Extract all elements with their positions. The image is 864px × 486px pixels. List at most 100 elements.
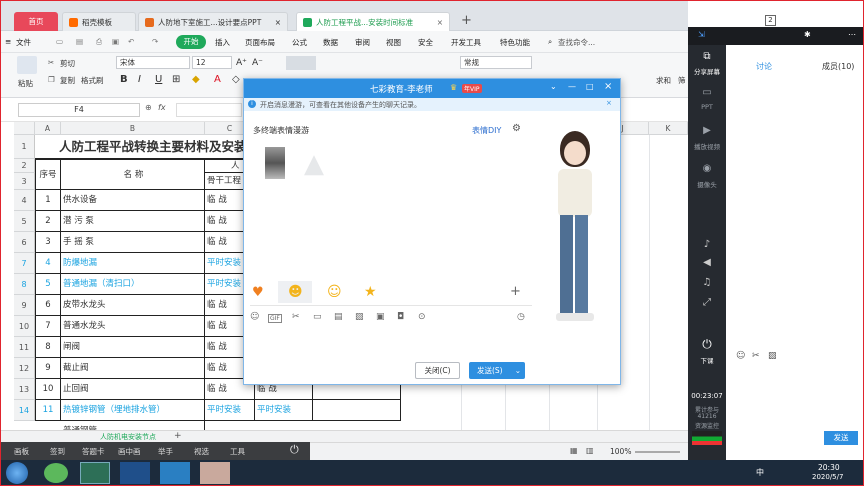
send-discuss-button[interactable]: 发送 [824,431,858,445]
print-icon[interactable]: ⎙ [96,37,102,47]
add-sheet-button[interactable]: + [174,431,182,441]
sheet-tab[interactable]: 人防机电安装节点 [100,432,156,442]
zoom-slider[interactable] [635,451,680,453]
settings-icon[interactable]: ⚙ [512,123,521,134]
name-box[interactable]: F4 [18,103,140,117]
sticker-thumbnail[interactable] [265,147,285,179]
history-icon[interactable]: ◷ [517,312,525,322]
fill-color-icon[interactable]: ◆ [192,74,200,85]
row-header[interactable]: 4 [14,190,35,211]
tool-answer-card[interactable]: 答题卡 [82,446,105,457]
cut-button[interactable]: 剪切 [60,58,75,69]
scissors-icon[interactable]: ✂ [752,351,760,361]
bold-button[interactable]: B [120,74,128,85]
header-no[interactable]: 序号 [35,159,61,190]
tab-count-badge[interactable]: 2 [765,15,776,26]
menu-review[interactable]: 审阅 [355,37,370,48]
tab-ppt[interactable]: 人防地下室施工...设计要点PPT × [138,12,288,31]
close-icon[interactable]: × [437,18,443,27]
font-shrink-icon[interactable]: A⁻ [252,58,263,68]
excel-app-icon[interactable] [80,462,110,484]
cell-name[interactable]: 防爆地漏 [61,253,205,274]
speaker-icon[interactable]: ◀ [688,257,726,268]
view-normal-icon[interactable]: ▦ [570,446,578,455]
menu-security[interactable]: 安全 [418,37,433,48]
add-emoji-icon[interactable]: + [510,284,521,299]
cell-no[interactable]: 9 [35,358,61,379]
cell-name[interactable]: 皮带水龙头 [61,295,205,316]
hamburger-icon[interactable]: ≡ [5,37,11,46]
close-chat-button[interactable]: 关闭(C) [415,362,460,379]
zoom-icon[interactable]: ⊕ [145,103,152,112]
fullscreen-icon[interactable]: ⤢ [688,297,726,308]
menu-page-layout[interactable]: 页面布局 [245,37,275,48]
video-button[interactable]: 播放视频 [688,141,726,151]
camera-button[interactable]: 摄像头 [688,179,726,189]
align-group[interactable] [286,56,316,70]
share-screen-button[interactable]: 分享屏幕 [688,66,726,76]
font-grow-icon[interactable]: A⁺ [236,58,247,68]
cell-name[interactable]: 截止阀 [61,358,205,379]
row-header[interactable]: 2 [14,159,35,173]
video-app-icon[interactable] [160,462,190,484]
italic-button[interactable]: I [138,74,141,85]
menu-file[interactable]: 文件 [16,37,31,48]
row-header[interactable]: 11 [14,337,35,358]
ime-indicator[interactable]: 中 [756,467,764,478]
cell-no[interactable]: 2 [35,211,61,232]
filter-button[interactable]: 筛 [678,75,686,86]
cell-no[interactable]: 3 [35,232,61,253]
tab-members[interactable]: 成员(10) [822,61,854,72]
send-button[interactable]: 发送(S) ⌄ [469,362,525,379]
cell-empty[interactable] [313,400,401,421]
font-select[interactable]: 宋体 [116,56,190,69]
menu-start[interactable]: 开始 [176,35,206,49]
undo-icon[interactable]: ↶ [128,37,134,46]
ppt-button[interactable]: PPT [688,103,726,111]
menu-data[interactable]: 数据 [323,37,338,48]
power-icon[interactable]: ⏻ [290,443,299,457]
cell-no[interactable]: 10 [35,379,61,400]
row-header[interactable]: 5 [14,211,35,232]
minimize-icon[interactable]: — [568,82,576,91]
emoji-diy-link[interactable]: 表情DIY [472,125,501,136]
pin-window-icon[interactable]: ✱ [804,30,811,39]
row-header[interactable]: 3 [14,173,35,190]
music-icon[interactable]: ♫ [688,277,726,288]
command-search[interactable]: 查找命令... [558,37,595,48]
column-header[interactable]: K [649,122,688,135]
row-header[interactable]: 6 [14,232,35,253]
maximize-icon[interactable]: □ [586,82,594,91]
cell-no[interactable]: 11 [35,400,61,421]
tool-signin[interactable]: 签到 [50,446,65,457]
format-painter-button[interactable]: 格式刷 [81,75,104,86]
border-icon[interactable]: ⊞ [172,74,180,85]
menu-view[interactable]: 视图 [386,37,401,48]
emoji-icon[interactable]: ☺ [736,351,745,361]
row-header[interactable]: 14 [14,400,35,421]
clock-date[interactable]: 2020/5/7 [812,473,843,481]
cell-name[interactable]: 普通水龙头 [61,316,205,337]
tool-view-select[interactable]: 视选 [194,446,209,457]
cell-no[interactable]: 5 [35,274,61,295]
end-class-button[interactable]: 下课 [688,355,726,365]
cell-no[interactable]: 7 [35,316,61,337]
export-icon[interactable]: ▤ [76,37,83,46]
cell-name[interactable]: 止回阀 [61,379,205,400]
select-all-corner[interactable] [14,122,35,135]
cell-name[interactable]: 供水设备 [61,190,205,211]
row-header[interactable]: 10 [14,316,35,337]
cell-name[interactable]: 手 摇 泵 [61,232,205,253]
menu-formula[interactable]: 公式 [292,37,307,48]
number-format-select[interactable]: 常规 [460,56,532,69]
browser-app-icon[interactable] [44,463,68,483]
clear-format-icon[interactable]: ◇ [232,74,240,85]
tool-raise-hand[interactable]: 举手 [158,446,173,457]
row-header[interactable]: 12 [14,358,35,379]
cell-name[interactable]: 热镀锌钢管（埋地排水管） [61,400,205,421]
save-icon[interactable]: ▭ [56,37,63,46]
menu-features[interactable]: 特色功能 [500,37,530,48]
cell-install[interactable]: 平时安装 [205,400,255,421]
grin-emoji[interactable]: ☻ [288,284,303,300]
tool-pip[interactable]: 画中画 [118,446,141,457]
